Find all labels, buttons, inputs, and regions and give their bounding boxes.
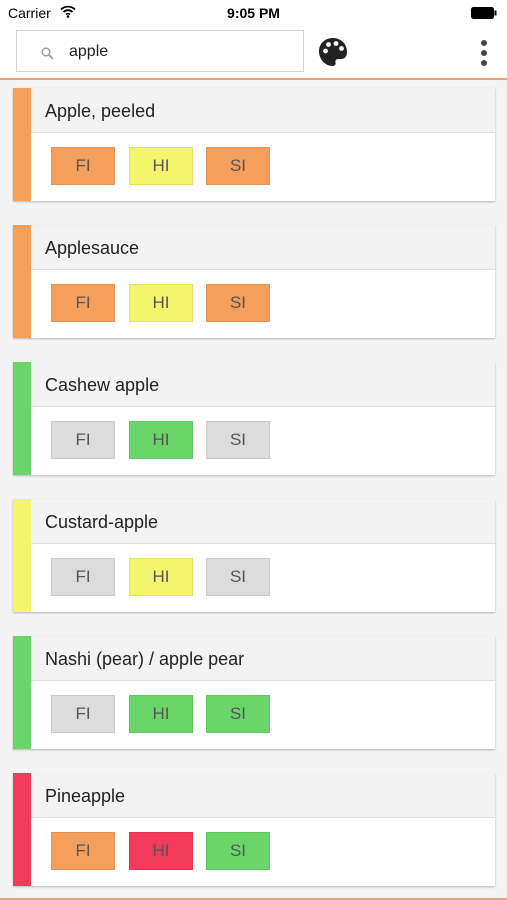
rating-color-bar: [13, 499, 31, 612]
rating-color-bar: [13, 225, 31, 338]
si-badge[interactable]: SI: [206, 558, 270, 596]
toolbar: apple: [0, 26, 507, 80]
fi-badge[interactable]: FI: [51, 147, 115, 185]
hi-badge[interactable]: HI: [129, 284, 193, 322]
rating-color-bar: [13, 636, 31, 749]
fi-badge[interactable]: FI: [51, 695, 115, 733]
more-vert-icon[interactable]: [476, 39, 492, 67]
card-header: Cashew apple: [31, 362, 495, 407]
card-header: Nashi (pear) / apple pear: [31, 636, 495, 681]
si-badge[interactable]: SI: [206, 832, 270, 870]
food-name: Nashi (pear) / apple pear: [45, 649, 245, 669]
hi-badge[interactable]: HI: [129, 832, 193, 870]
food-name: Pineapple: [45, 786, 126, 806]
rating-color-bar: [13, 88, 31, 201]
food-list: Apple, peeled FI HI SI Applesauce FI HI …: [0, 80, 507, 900]
rating-color-bar: [13, 362, 31, 475]
search-input-value[interactable]: apple: [69, 43, 108, 61]
fi-badge[interactable]: FI: [51, 558, 115, 596]
palette-icon[interactable]: [317, 36, 349, 68]
card-header: Custard-apple: [31, 499, 495, 544]
food-name: Apple, peeled: [45, 101, 156, 121]
status-bar: Carrier 9:05 PM: [0, 0, 507, 26]
si-badge[interactable]: SI: [206, 421, 270, 459]
search-field[interactable]: apple: [16, 30, 304, 72]
food-name: Applesauce: [45, 238, 140, 258]
si-badge[interactable]: SI: [206, 147, 270, 185]
fi-badge[interactable]: FI: [51, 421, 115, 459]
food-card[interactable]: Nashi (pear) / apple pear FI HI SI: [13, 636, 495, 749]
fi-badge[interactable]: FI: [51, 832, 115, 870]
search-icon: [41, 47, 54, 60]
fi-badge[interactable]: FI: [51, 284, 115, 322]
hi-badge[interactable]: HI: [129, 558, 193, 596]
card-header: Apple, peeled: [31, 88, 495, 133]
status-time: 9:05 PM: [227, 5, 280, 21]
food-card[interactable]: Pineapple FI HI SI: [13, 773, 495, 886]
rating-color-bar: [13, 773, 31, 886]
food-name: Cashew apple: [45, 375, 160, 395]
hi-badge[interactable]: HI: [129, 421, 193, 459]
battery-icon: [471, 7, 497, 19]
hi-badge[interactable]: HI: [129, 147, 193, 185]
hi-badge[interactable]: HI: [129, 695, 193, 733]
food-card[interactable]: Cashew apple FI HI SI: [13, 362, 495, 475]
food-card[interactable]: Applesauce FI HI SI: [13, 225, 495, 338]
card-header: Pineapple: [31, 773, 495, 818]
card-header: Applesauce: [31, 225, 495, 270]
food-card[interactable]: Custard-apple FI HI SI: [13, 499, 495, 612]
si-badge[interactable]: SI: [206, 284, 270, 322]
food-card[interactable]: Apple, peeled FI HI SI: [13, 88, 495, 201]
si-badge[interactable]: SI: [206, 695, 270, 733]
food-name: Custard-apple: [45, 512, 159, 532]
